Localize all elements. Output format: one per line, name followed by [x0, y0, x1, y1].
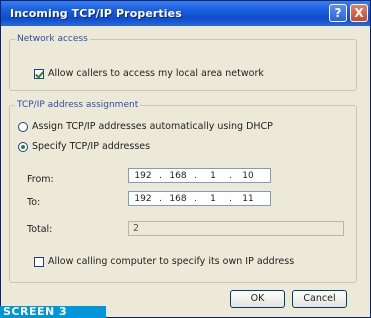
- allow-own-ip-label: Allow calling computer to specify its ow…: [48, 256, 295, 267]
- cancel-button[interactable]: Cancel: [292, 290, 347, 308]
- specify-addresses-radio[interactable]: Specify TCP/IP addresses: [18, 141, 150, 152]
- dhcp-label: Assign TCP/IP addresses automatically us…: [32, 121, 273, 132]
- radio-unselected-icon[interactable]: [18, 121, 28, 132]
- from-label: From:: [27, 174, 54, 185]
- dhcp-radio[interactable]: Assign TCP/IP addresses automatically us…: [18, 121, 273, 132]
- screen-caption: SCREEN 3: [0, 306, 106, 318]
- close-button[interactable]: X: [350, 4, 368, 22]
- checkbox-unchecked-icon[interactable]: [34, 256, 44, 267]
- tcpip-properties-dialog: Incoming TCP/IP Properties ? X Network a…: [0, 0, 371, 318]
- dialog-title: Incoming TCP/IP Properties: [10, 7, 182, 20]
- allow-lan-access-label: Allow callers to access my local area ne…: [48, 68, 264, 79]
- title-bar[interactable]: Incoming TCP/IP Properties ? X: [1, 1, 370, 26]
- radio-selected-icon[interactable]: [18, 141, 28, 152]
- allow-own-ip-checkbox[interactable]: Allow calling computer to specify its ow…: [34, 256, 294, 267]
- tcpip-assignment-legend: TCP/IP address assignment: [17, 100, 139, 110]
- to-ip-input[interactable]: 192. 168. 1. 11: [128, 191, 271, 206]
- network-access-group: Network access: [9, 34, 357, 91]
- help-icon: ?: [334, 6, 342, 20]
- total-label: Total:: [27, 224, 53, 235]
- ok-button[interactable]: OK: [230, 290, 285, 308]
- specify-addresses-label: Specify TCP/IP addresses: [32, 141, 151, 152]
- network-access-legend: Network access: [17, 34, 88, 44]
- checkbox-checked-icon[interactable]: [34, 68, 44, 79]
- total-value-field: 2: [128, 221, 344, 236]
- close-icon: X: [354, 6, 364, 20]
- help-button[interactable]: ?: [329, 4, 347, 22]
- to-label: To:: [27, 197, 41, 208]
- allow-lan-access-checkbox[interactable]: Allow callers to access my local area ne…: [34, 68, 264, 79]
- from-ip-input[interactable]: 192. 168. 1. 10: [128, 168, 271, 183]
